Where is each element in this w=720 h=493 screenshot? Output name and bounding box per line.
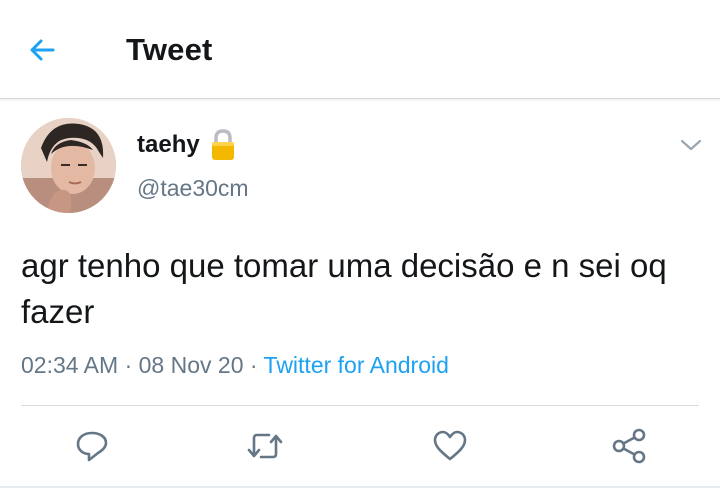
page-title: Tweet bbox=[126, 32, 213, 67]
tweet-date: 08 Nov 20 bbox=[138, 352, 244, 378]
tweet-metadata: 02:34 AM · 08 Nov 20 · Twitter for Andro… bbox=[21, 352, 449, 379]
meta-separator: · bbox=[249, 352, 258, 378]
display-name[interactable]: taehy bbox=[137, 131, 200, 159]
bottom-divider bbox=[0, 486, 720, 488]
retweet-button[interactable] bbox=[245, 426, 285, 466]
heart-icon bbox=[433, 430, 467, 461]
like-button[interactable] bbox=[430, 426, 470, 466]
meta-separator: · bbox=[124, 352, 133, 378]
share-button[interactable] bbox=[609, 426, 649, 466]
share-icon bbox=[612, 428, 646, 464]
retweet-icon bbox=[247, 433, 283, 459]
user-handle[interactable]: @tae30cm bbox=[137, 175, 249, 202]
chevron-down-icon bbox=[680, 139, 702, 151]
avatar-photo bbox=[21, 118, 116, 213]
arrow-left-icon bbox=[30, 39, 55, 61]
lock-icon bbox=[207, 128, 239, 162]
tweet-text: agr tenho que tomar uma decisão e n sei … bbox=[21, 247, 667, 330]
top-bar: Tweet bbox=[0, 0, 720, 99]
action-bar bbox=[0, 418, 720, 474]
back-button[interactable] bbox=[22, 30, 62, 70]
reply-icon bbox=[76, 431, 108, 462]
tweet-time: 02:34 AM bbox=[21, 352, 119, 378]
more-options-button[interactable] bbox=[676, 132, 706, 158]
avatar[interactable] bbox=[21, 118, 116, 213]
reply-button[interactable] bbox=[72, 426, 112, 466]
divider bbox=[21, 405, 699, 406]
tweet-source-link[interactable]: Twitter for Android bbox=[264, 352, 449, 378]
